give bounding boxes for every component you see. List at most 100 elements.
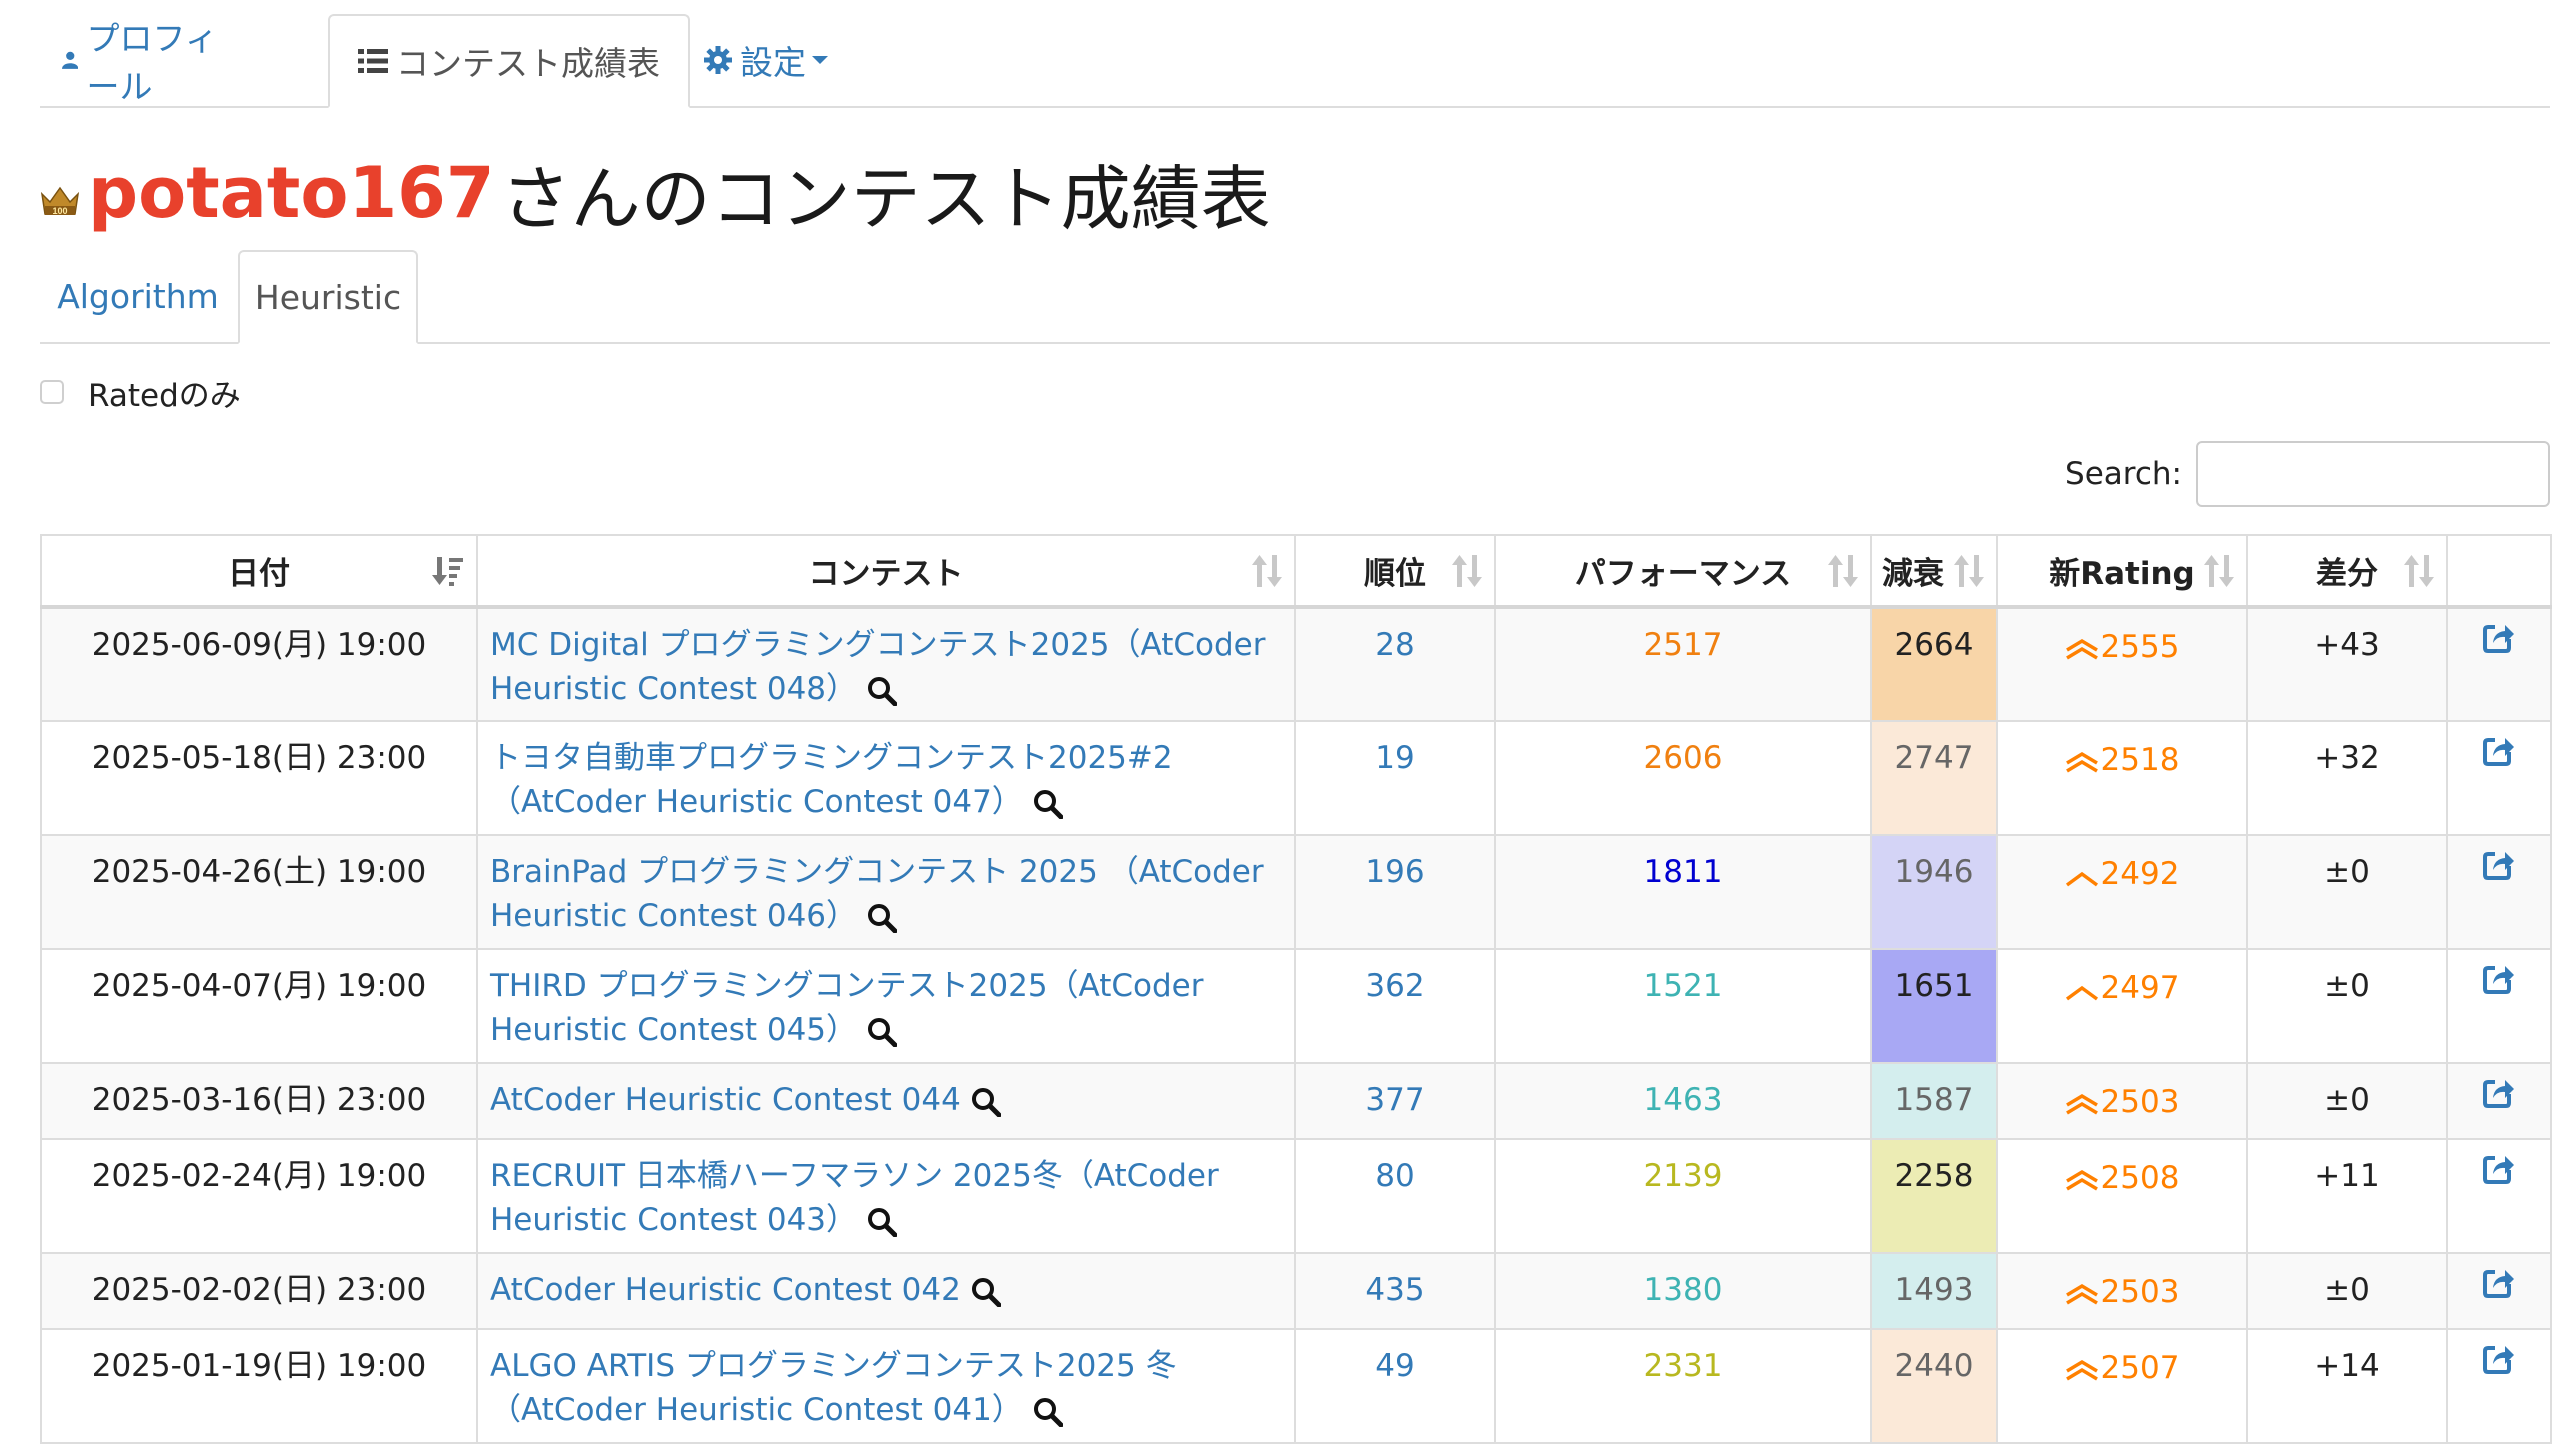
date-cell: 2025-05-18(日) 23:00: [40, 720, 478, 836]
col-new-rating-label: 新Rating: [2049, 556, 2195, 592]
col-contest-label: コンテスト: [808, 556, 964, 592]
tab-settings[interactable]: 設定: [704, 14, 854, 106]
new-rating-cell: 2492: [1996, 834, 2248, 950]
search-icon[interactable]: [971, 1277, 1001, 1307]
rank-link[interactable]: 435: [1365, 1272, 1424, 1308]
search-icon[interactable]: [867, 1207, 898, 1237]
search-icon[interactable]: [867, 1017, 898, 1047]
contest-link[interactable]: THIRD プログラミングコンテスト2025（AtCoder: [490, 968, 1203, 1004]
col-performance-header[interactable]: パフォーマンス: [1494, 534, 1872, 609]
col-decay-label: 減衰: [1882, 556, 1944, 592]
external-link-icon[interactable]: [2483, 621, 2515, 653]
contest-link-cont[interactable]: Heuristic Contest 048）: [490, 671, 857, 707]
user-icon: [62, 51, 79, 69]
tab-heuristic[interactable]: Heuristic: [238, 250, 418, 344]
rated-only-checkbox[interactable]: [40, 380, 64, 404]
search-icon[interactable]: [971, 1087, 1001, 1117]
contest-link[interactable]: AtCoder Heuristic Contest 042: [490, 1272, 961, 1308]
search-input[interactable]: [2196, 441, 2550, 507]
rank-cell: 49: [1294, 1328, 1496, 1444]
search-icon[interactable]: [1033, 1397, 1063, 1427]
table-row: 2025-06-09(月) 19:00 MC Digital プログラミングコンテ…: [40, 606, 2552, 722]
rank-link[interactable]: 49: [1375, 1348, 1414, 1384]
contest-link[interactable]: BrainPad プログラミングコンテスト 2025 （AtCoder: [490, 854, 1264, 890]
rated-only-filter[interactable]: Ratedのみ: [40, 372, 241, 414]
contest-link-cont[interactable]: （AtCoder Heuristic Contest 041）: [490, 1392, 1023, 1428]
rank-link[interactable]: 80: [1375, 1158, 1414, 1194]
external-link-icon[interactable]: [2483, 1342, 2515, 1374]
decay-value: 1946: [1894, 854, 1974, 890]
diff-cell: ±0: [2246, 834, 2448, 950]
rank-cell: 80: [1294, 1138, 1496, 1254]
tab-profile[interactable]: プロフィール: [62, 14, 222, 106]
tab-algorithm[interactable]: Algorithm: [40, 250, 236, 342]
col-contest-header[interactable]: コンテスト: [476, 534, 1296, 609]
rank-link[interactable]: 196: [1365, 854, 1424, 890]
date-cell: 2025-03-16(日) 23:00: [40, 1062, 478, 1140]
search-icon[interactable]: [1033, 789, 1063, 819]
external-link-icon[interactable]: [2483, 734, 2515, 766]
contest-cell: MC Digital プログラミングコンテスト2025（AtCoder Heuri…: [476, 606, 1296, 722]
performance-value: 2139: [1643, 1158, 1723, 1194]
link-cell: [2446, 1252, 2552, 1330]
search-icon[interactable]: [867, 903, 898, 933]
external-link-icon[interactable]: [2483, 962, 2515, 994]
rank-link[interactable]: 377: [1365, 1082, 1424, 1118]
sort-icon: [2404, 554, 2434, 587]
date-cell: 2025-04-26(土) 19:00: [40, 834, 478, 950]
list-icon: [358, 49, 388, 73]
top-nav: プロフィール コンテスト成績表 設定: [40, 14, 2550, 108]
contest-link[interactable]: ALGO ARTIS プログラミングコンテスト2025 冬: [490, 1348, 1177, 1384]
date-cell: 2025-01-19(日) 19:00: [40, 1328, 478, 1444]
external-link-icon[interactable]: [2483, 1152, 2515, 1184]
contest-link[interactable]: MC Digital プログラミングコンテスト2025（AtCoder: [490, 627, 1265, 663]
tab-contest-history-label: コンテスト成績表: [396, 44, 660, 83]
decay-cell: 2258: [1870, 1138, 1998, 1254]
decay-cell: 1651: [1870, 948, 1998, 1064]
decay-value: 1651: [1894, 968, 1974, 1004]
diff-cell: +14: [2246, 1328, 2448, 1444]
username: potato167: [88, 152, 495, 234]
col-date-label: 日付: [228, 556, 290, 592]
diff-cell: +11: [2246, 1138, 2448, 1254]
rank-link[interactable]: 28: [1375, 627, 1414, 663]
external-link-icon[interactable]: [2483, 1266, 2515, 1298]
col-diff-label: 差分: [2316, 556, 2378, 592]
col-rank-header[interactable]: 順位: [1294, 534, 1496, 609]
crown-icon: 100: [40, 186, 80, 216]
search-icon[interactable]: [867, 676, 898, 706]
link-cell: [2446, 1328, 2552, 1444]
tab-contest-history[interactable]: コンテスト成績表: [328, 14, 690, 108]
contest-link[interactable]: RECRUIT 日本橋ハーフマラソン 2025冬（AtCoder: [490, 1158, 1219, 1194]
new-rating-value: 2497: [2100, 970, 2180, 1006]
contest-link[interactable]: トヨタ自動車プログラミングコンテスト2025#2: [490, 740, 1173, 776]
col-date-header[interactable]: 日付: [40, 534, 478, 609]
col-new-rating-header[interactable]: 新Rating: [1996, 534, 2248, 609]
contest-link-cont[interactable]: Heuristic Contest 046）: [490, 898, 857, 934]
performance-cell: 2517: [1494, 606, 1872, 722]
sort-icon: [1954, 554, 1984, 587]
new-rating-value: 2503: [2100, 1274, 2180, 1310]
decay-value: 1493: [1894, 1272, 1974, 1308]
col-decay-header[interactable]: 減衰: [1870, 534, 1998, 609]
date-cell: 2025-04-07(月) 19:00: [40, 948, 478, 1064]
sort-icon: [1828, 554, 1858, 587]
col-diff-header[interactable]: 差分: [2246, 534, 2448, 609]
rank-cell: 196: [1294, 834, 1496, 950]
contest-link-cont[interactable]: Heuristic Contest 043）: [490, 1202, 857, 1238]
rank-cell: 377: [1294, 1062, 1496, 1140]
search-label: Search:: [2065, 456, 2182, 492]
contest-link-cont[interactable]: （AtCoder Heuristic Contest 047）: [490, 784, 1023, 820]
new-rating-value: 2555: [2100, 629, 2180, 665]
rank-link[interactable]: 19: [1375, 740, 1414, 776]
contest-link[interactable]: AtCoder Heuristic Contest 044: [490, 1082, 961, 1118]
new-rating-value: 2507: [2100, 1350, 2180, 1386]
gear-icon: [704, 46, 732, 74]
external-link-icon[interactable]: [2483, 848, 2515, 880]
contest-cell: THIRD プログラミングコンテスト2025（AtCoder Heuristic …: [476, 948, 1296, 1064]
performance-value: 2517: [1643, 627, 1723, 663]
rank-link[interactable]: 362: [1365, 968, 1424, 1004]
external-link-icon[interactable]: [2483, 1076, 2515, 1108]
contest-link-cont[interactable]: Heuristic Contest 045）: [490, 1012, 857, 1048]
page-title-suffix: さんのコンテスト成績表: [500, 157, 1271, 240]
